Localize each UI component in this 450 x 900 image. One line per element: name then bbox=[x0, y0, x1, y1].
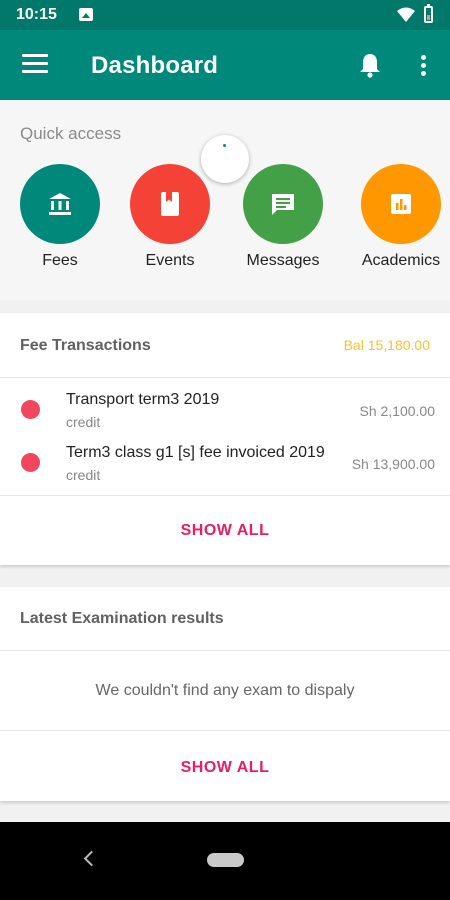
system-navigation-bar bbox=[0, 822, 450, 900]
fees-circle[interactable] bbox=[20, 164, 100, 244]
transaction-title: Term3 class g1 [s] fee invoiced 2019 bbox=[66, 444, 325, 461]
divider bbox=[0, 650, 450, 651]
notification-bell-icon[interactable] bbox=[358, 52, 382, 78]
quick-access-label: Quick access bbox=[20, 124, 122, 143]
academics-circle[interactable] bbox=[361, 164, 441, 244]
quick-access-messages[interactable]: Messages bbox=[241, 164, 325, 270]
academics-label: Academics bbox=[361, 252, 441, 269]
transaction-amount: Sh 13,900.00 bbox=[351, 456, 435, 472]
fee-transactions-title: Fee Transactions bbox=[20, 337, 151, 354]
menu-icon[interactable] bbox=[22, 54, 48, 74]
battery-icon bbox=[424, 4, 433, 23]
app-bar: Dashboard bbox=[0, 30, 450, 100]
transaction-amount: Sh 2,100.00 bbox=[359, 403, 435, 419]
message-icon bbox=[272, 194, 294, 215]
home-pill-icon[interactable] bbox=[207, 853, 244, 867]
divider bbox=[0, 730, 450, 731]
balance-amount: Bal 15,180.00 bbox=[343, 337, 430, 353]
status-time: 10:15 bbox=[16, 6, 57, 23]
back-icon[interactable] bbox=[83, 850, 100, 867]
transaction-title: Transport term3 2019 bbox=[66, 391, 220, 408]
quick-access-events[interactable]: Events bbox=[128, 164, 212, 270]
show-all-transactions-button[interactable]: SHOW ALL bbox=[0, 522, 450, 540]
transaction-status-dot bbox=[21, 400, 40, 419]
image-notification-icon bbox=[79, 8, 93, 21]
quick-access-fees[interactable]: Fees bbox=[18, 164, 102, 270]
divider bbox=[0, 377, 450, 378]
chart-icon bbox=[391, 194, 411, 214]
loading-spinner bbox=[201, 135, 249, 183]
transaction-type: credit bbox=[66, 414, 101, 430]
fee-transactions-card: Fee Transactions Bal 15,180.00 Transport… bbox=[0, 313, 450, 565]
exam-results-title: Latest Examination results bbox=[20, 610, 224, 627]
book-icon bbox=[161, 192, 179, 216]
quick-access-academics[interactable]: Academics bbox=[359, 164, 443, 270]
transaction-type: credit bbox=[66, 467, 101, 483]
show-all-exams-button[interactable]: SHOW ALL bbox=[0, 759, 450, 777]
events-circle[interactable] bbox=[130, 164, 210, 244]
exam-results-card: Latest Examination results We couldn't f… bbox=[0, 587, 450, 801]
bank-icon bbox=[49, 193, 71, 215]
quick-access-section: Quick access Fees Events Messages Academ… bbox=[0, 100, 450, 300]
transaction-status-dot bbox=[21, 453, 40, 472]
wifi-icon bbox=[397, 7, 415, 22]
page-title: Dashboard bbox=[91, 52, 219, 79]
status-bar: 10:15 bbox=[0, 0, 450, 30]
events-label: Events bbox=[145, 252, 195, 269]
messages-label: Messages bbox=[246, 252, 320, 269]
divider bbox=[0, 495, 450, 496]
more-options-icon[interactable] bbox=[419, 55, 427, 77]
fees-label: Fees bbox=[42, 252, 78, 269]
messages-circle[interactable] bbox=[243, 164, 323, 244]
empty-state-message: We couldn't find any exam to dispaly bbox=[95, 682, 355, 699]
